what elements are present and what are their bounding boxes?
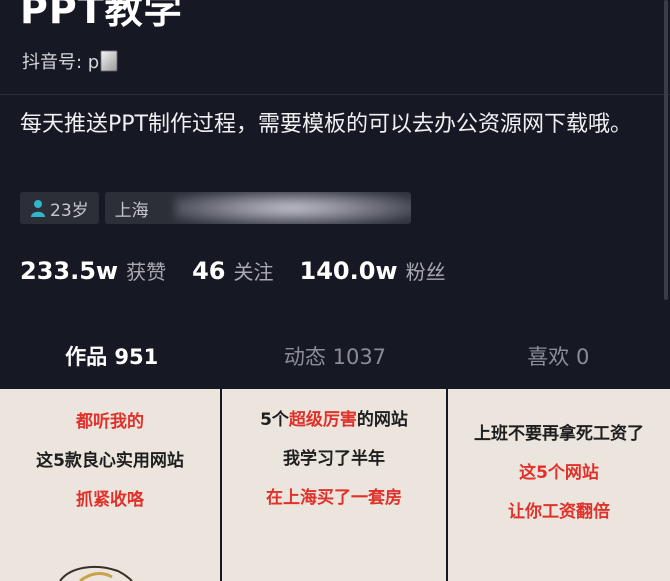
video-card[interactable]: 5个超级厉害的网站 我学习了半年 在上海买了一套房 bbox=[222, 389, 446, 581]
age-tag-label: 23岁 bbox=[50, 200, 89, 221]
profile-stats: 233.5w 获赞 46 关注 140.0w 粉丝 bbox=[20, 256, 472, 285]
tab-likes-label: 喜欢 0 bbox=[527, 345, 590, 369]
account-label: 抖音号: p bbox=[22, 52, 100, 73]
stat-followers[interactable]: 140.0w 粉丝 bbox=[300, 256, 446, 285]
age-tag: 23岁 bbox=[20, 192, 99, 224]
person-icon bbox=[31, 200, 45, 217]
card-line: 让你工资翻倍 bbox=[508, 502, 610, 522]
card-line: 在上海买了一套房 bbox=[266, 488, 402, 508]
video-card[interactable]: 都听我的 这5款良心实用网站 抓紧收咯 bbox=[0, 389, 220, 581]
card-line: 我学习了半年 bbox=[283, 449, 385, 469]
card-line-mixed: 5个超级厉害的网站 bbox=[260, 410, 408, 430]
location-tag-label: 上海 bbox=[114, 200, 149, 221]
profile-tabs: 作品 951 动态 1037 喜欢 0 bbox=[0, 324, 670, 388]
video-grid: 都听我的 这5款良心实用网站 抓紧收咯 5个超级厉害的网站 我学习了半年 在上海… bbox=[0, 389, 670, 581]
card-line: 上班不要再拿死工资了 bbox=[474, 424, 644, 444]
tab-works-label: 作品 951 bbox=[65, 345, 159, 369]
scrollbar[interactable] bbox=[664, 0, 668, 300]
stat-likes-value: 233.5w bbox=[20, 257, 119, 285]
stat-followers-value: 140.0w bbox=[299, 257, 398, 285]
divider bbox=[0, 94, 670, 95]
tab-posts-label: 动态 1037 bbox=[283, 345, 387, 369]
card-line: 这5个网站 bbox=[519, 463, 599, 483]
tab-posts[interactable]: 动态 1037 bbox=[223, 324, 446, 388]
profile-name: PPT教学 bbox=[20, 0, 183, 32]
card-line: 抓紧收咯 bbox=[76, 490, 144, 510]
account-id: 抖音号: p bbox=[22, 48, 118, 74]
tab-works[interactable]: 作品 951 bbox=[0, 324, 223, 388]
blurred-account-id bbox=[101, 51, 118, 71]
stat-followers-label: 粉丝 bbox=[405, 260, 446, 284]
stat-likes-label: 获赞 bbox=[126, 260, 167, 284]
stat-likes[interactable]: 233.5w 获赞 bbox=[20, 256, 166, 285]
card-sketch bbox=[59, 565, 133, 581]
video-card[interactable]: 上班不要再拿死工资了 这5个网站 让你工资翻倍 bbox=[448, 389, 670, 581]
profile-tags: 23岁 上海 bbox=[20, 192, 411, 224]
stat-following-label: 关注 bbox=[233, 260, 274, 284]
stat-following[interactable]: 46 关注 bbox=[192, 256, 273, 285]
blurred-region bbox=[174, 192, 411, 224]
card-line: 都听我的 bbox=[76, 412, 144, 432]
card-line: 这5款良心实用网站 bbox=[36, 451, 184, 471]
profile-bio: 每天推送PPT制作过程，需要模板的可以去办公资源网下载哦。 bbox=[20, 112, 632, 137]
stat-following-value: 46 bbox=[192, 257, 226, 285]
location-tag: 上海 bbox=[104, 192, 411, 224]
tab-likes[interactable]: 喜欢 0 bbox=[447, 324, 670, 388]
